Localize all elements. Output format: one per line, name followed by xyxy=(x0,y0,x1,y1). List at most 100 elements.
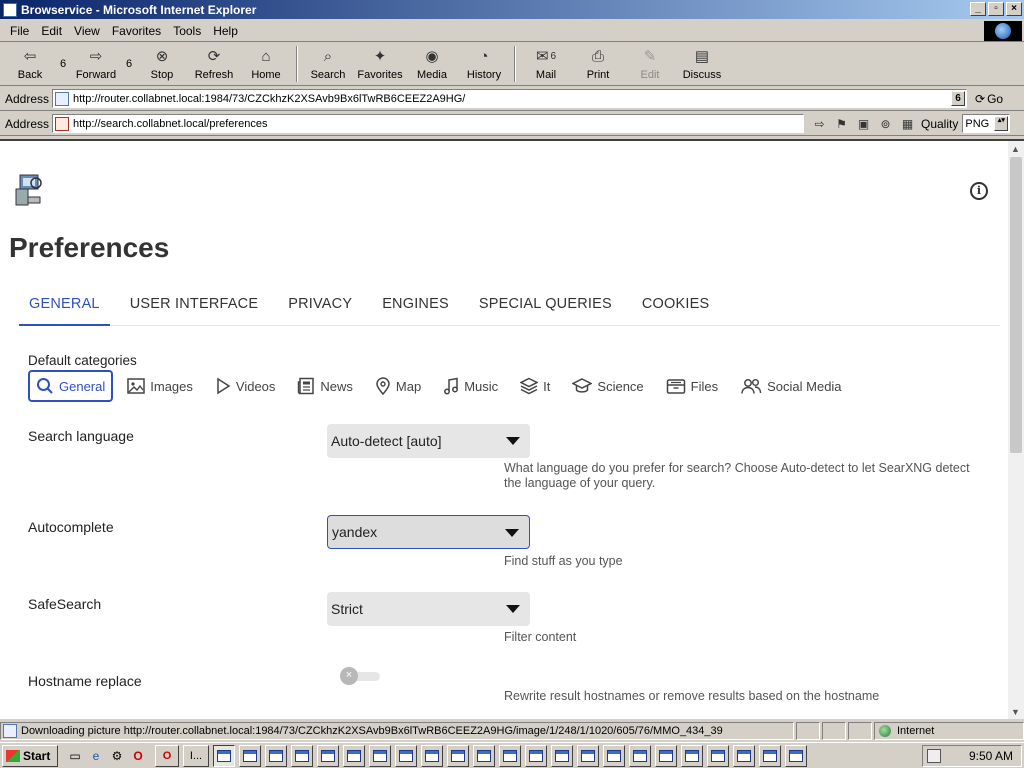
opera-icon[interactable]: O xyxy=(129,747,147,765)
refresh-button[interactable]: ⟳ Refresh xyxy=(188,44,240,84)
edit-button[interactable]: ✎ Edit xyxy=(624,44,676,84)
quality-spinner-icon[interactable]: ▴▾ xyxy=(994,116,1009,131)
start-button[interactable]: Start xyxy=(2,744,58,767)
address-input[interactable]: http://router.collabnet.local:1984/73/CZ… xyxy=(52,89,967,108)
ie-task-button[interactable] xyxy=(239,744,261,767)
autocomplete-select[interactable]: yandex xyxy=(327,515,530,549)
menu-help[interactable]: Help xyxy=(207,24,244,38)
ie-task-button[interactable] xyxy=(551,744,573,767)
ie-task-button[interactable] xyxy=(681,744,703,767)
ie-task-button[interactable] xyxy=(369,744,391,767)
search-button[interactable]: ⌕ Search xyxy=(302,44,354,84)
info-icon[interactable]: i xyxy=(970,182,988,200)
back-count: 6 xyxy=(59,58,67,70)
mail-button[interactable]: ✉ 6 Mail xyxy=(520,44,572,84)
ie-task-button[interactable] xyxy=(707,744,729,767)
internet-zone-icon xyxy=(879,725,891,737)
discuss-button[interactable]: ▤ Discuss xyxy=(676,44,728,84)
menu-favorites[interactable]: Favorites xyxy=(106,24,167,38)
status-cell xyxy=(796,722,820,740)
ie-task-button[interactable] xyxy=(291,744,313,767)
menu-file[interactable]: File xyxy=(4,24,35,38)
show-desktop-icon[interactable]: ▭ xyxy=(66,747,84,765)
ie-task-button[interactable] xyxy=(265,744,287,767)
go-button[interactable]: ⟳ Go xyxy=(975,92,1003,106)
ie-task-button[interactable] xyxy=(447,744,469,767)
ie-task-button[interactable] xyxy=(525,744,547,767)
map-pin-icon xyxy=(376,377,390,395)
scroll-down-icon[interactable]: ▼ xyxy=(1011,707,1020,717)
safesearch-select[interactable]: Strict xyxy=(327,592,530,626)
forward-button[interactable]: ⇨ Forward xyxy=(70,44,122,84)
category-science[interactable]: Science xyxy=(564,370,651,402)
scrollbar-thumb[interactable] xyxy=(1010,157,1022,453)
category-general[interactable]: General xyxy=(28,370,114,402)
stop-button[interactable]: ⊗ Stop xyxy=(136,44,188,84)
ie-task-button[interactable] xyxy=(395,744,417,767)
menu-tools[interactable]: Tools xyxy=(167,24,207,38)
address-dropdown-button[interactable]: 6 xyxy=(951,91,965,106)
tab-general[interactable]: GENERAL xyxy=(19,289,110,326)
category-images[interactable]: Images xyxy=(119,370,201,402)
ie-quicklaunch-icon[interactable]: e xyxy=(87,747,105,765)
search-language-select[interactable]: Auto-detect [auto] xyxy=(327,424,530,458)
task-button[interactable]: I... xyxy=(183,744,209,767)
opera-task-button[interactable]: O xyxy=(155,744,179,767)
scroll-up-icon[interactable]: ▲ xyxy=(1011,144,1020,154)
clock: 9:50 AM xyxy=(968,749,1013,763)
quality-select[interactable]: PNG ▴▾ xyxy=(962,114,1011,133)
category-files[interactable]: Files xyxy=(658,370,726,402)
category-news[interactable]: News xyxy=(289,370,361,402)
tray-icon[interactable] xyxy=(927,749,941,763)
vertical-scrollbar[interactable]: ▲ ▼ xyxy=(1008,141,1024,719)
ie-task-button-active[interactable] xyxy=(213,744,235,767)
history-button[interactable]: ◔ History xyxy=(458,44,510,84)
ie-window-icon xyxy=(451,749,465,762)
ie-task-button[interactable] xyxy=(499,744,521,767)
tab-privacy[interactable]: PRIVACY xyxy=(278,289,362,326)
ie-task-button[interactable] xyxy=(317,744,339,767)
ie-window-icon xyxy=(685,749,699,762)
media-button[interactable]: ◉ Media xyxy=(406,44,458,84)
category-videos[interactable]: Videos xyxy=(207,370,284,402)
inner-address-input[interactable]: http://search.collabnet.local/preference… xyxy=(52,114,804,133)
ie-task-button[interactable] xyxy=(603,744,625,767)
minimize-button[interactable]: _ xyxy=(970,2,986,16)
binoculars-icon[interactable]: ⊚ xyxy=(876,114,895,133)
ie-task-button[interactable] xyxy=(343,744,365,767)
home-button[interactable]: ⌂ Home xyxy=(240,44,292,84)
back-button[interactable]: ⇦ Back xyxy=(4,44,56,84)
menu-edit[interactable]: Edit xyxy=(35,24,68,38)
category-social-media[interactable]: Social Media xyxy=(732,370,849,402)
clipboard-icon[interactable]: ▦ xyxy=(898,114,917,133)
go-arrow-icon: ⟳ xyxy=(975,91,986,106)
globe-icon xyxy=(995,23,1011,39)
network-icon[interactable]: ⚙ xyxy=(108,747,126,765)
tab-special-queries[interactable]: SPECIAL QUERIES xyxy=(469,289,622,326)
ie-task-button[interactable] xyxy=(421,744,443,767)
tab-user-interface[interactable]: USER INTERFACE xyxy=(120,289,269,326)
ie-task-button[interactable] xyxy=(759,744,781,767)
tab-cookies[interactable]: COOKIES xyxy=(632,289,719,326)
ie-task-button[interactable] xyxy=(655,744,677,767)
menu-view[interactable]: View xyxy=(68,24,106,38)
category-map[interactable]: Map xyxy=(367,370,429,402)
ie-task-button[interactable] xyxy=(733,744,755,767)
ie-task-button[interactable] xyxy=(785,744,807,767)
ie-window-icon xyxy=(789,749,803,762)
ie-task-button[interactable] xyxy=(577,744,599,767)
close-button[interactable]: × xyxy=(1006,2,1022,16)
quality-value: PNG xyxy=(965,117,990,130)
favorites-button[interactable]: ✦ Favorites xyxy=(354,44,406,84)
find-icon[interactable]: ▣ xyxy=(854,114,873,133)
bookmark-icon[interactable]: ⚑ xyxy=(832,114,851,133)
maximize-button[interactable]: ▫ xyxy=(988,2,1004,16)
ie-task-button[interactable] xyxy=(629,744,651,767)
tab-engines[interactable]: ENGINES xyxy=(372,289,459,326)
navigate-arrow-icon[interactable]: ⇨ xyxy=(810,114,829,133)
category-music[interactable]: Music xyxy=(435,370,506,402)
category-it[interactable]: It xyxy=(512,370,558,402)
hostname-replace-toggle[interactable]: × xyxy=(340,667,380,685)
ie-task-button[interactable] xyxy=(473,744,495,767)
print-button[interactable]: ⎙ Print xyxy=(572,44,624,84)
